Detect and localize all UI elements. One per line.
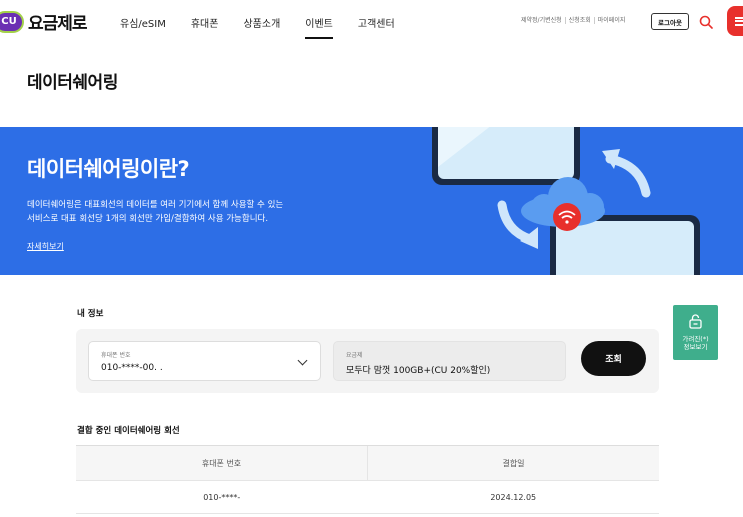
detail-link[interactable]: 자세히보기 xyxy=(27,241,64,252)
banner: 데이터쉐어링이란? 데이터쉐어링은 대표회선의 데이터를 여러 기기에서 함께 … xyxy=(0,127,743,275)
nav-phone[interactable]: 휴대폰 xyxy=(191,15,219,36)
banner-desc-line1: 데이터쉐어링은 대표회선의 데이터를 여러 기기에서 함께 사용할 수 있는 xyxy=(27,200,284,210)
plan-value: 모두다 맘껏 100GB+(CU 20%할인) xyxy=(346,366,491,376)
table-header: 휴대폰 번호 결합일 xyxy=(76,446,659,481)
phone-top-icon xyxy=(432,127,580,185)
banner-description: 데이터쉐어링은 대표회선의 데이터를 여러 기기에서 함께 사용할 수 있는 서… xyxy=(27,198,283,226)
col-join-date: 결합일 xyxy=(502,458,525,468)
page-title: 데이터쉐어링 xyxy=(27,73,118,93)
plan-field: 요금제 모두다 맘껏 100GB+(CU 20%할인) xyxy=(333,341,566,381)
banner-title: 데이터쉐어링이란? xyxy=(27,157,190,181)
my-info-box: 휴대폰 번호 010-****-00. . 요금제 모두다 맘껏 100GB+(… xyxy=(76,329,659,393)
plan-label: 요금제 xyxy=(346,352,363,359)
nav-support[interactable]: 고객센터 xyxy=(358,15,395,36)
phone-value: 010-****-00. . xyxy=(101,363,163,373)
col-phone: 휴대폰 번호 xyxy=(76,446,368,480)
header: CU 요금제로 유심/eSIM 휴대폰 상품소개 이벤트 고객센터 제약정/기변… xyxy=(0,0,743,44)
show-masked-info-button[interactable]: 가려진(*) 정보보기 xyxy=(673,305,718,360)
util-link-mypage[interactable]: 마이페이지 xyxy=(595,17,629,24)
util-links: 제약정/기변신청 신청조회 마이페이지 xyxy=(518,17,628,24)
banner-desc-line2: 서비스로 대표 회선당 1개의 회선만 가입/결합하여 사용 가능합니다. xyxy=(27,214,269,224)
search-icon[interactable] xyxy=(699,15,713,29)
logout-button[interactable]: 로그아웃 xyxy=(651,13,689,30)
util-link-inquiry[interactable]: 신청조회 xyxy=(566,17,595,24)
util-link-apply[interactable]: 제약정/기변신청 xyxy=(518,17,566,24)
wifi-icon xyxy=(553,203,581,231)
data-sharing-illustration xyxy=(432,127,700,275)
my-info-title: 내 정보 xyxy=(77,309,104,319)
query-button[interactable]: 조회 xyxy=(581,341,646,376)
logo-text: 요금제로 xyxy=(28,14,88,34)
nav-usim[interactable]: 유심/eSIM xyxy=(120,15,166,36)
nav-event[interactable]: 이벤트 xyxy=(305,15,333,39)
hamburger-icon xyxy=(735,16,743,26)
main-nav: 유심/eSIM 휴대폰 상품소개 이벤트 고객센터 xyxy=(120,15,420,39)
chevron-down-icon xyxy=(297,355,308,366)
phone-select[interactable]: 휴대폰 번호 010-****-00. . xyxy=(88,341,321,381)
phone-label: 휴대폰 번호 xyxy=(101,352,131,359)
nav-products[interactable]: 상품소개 xyxy=(243,15,280,36)
table-row: 010-****- 2024.12.05 xyxy=(76,481,659,514)
show-masked-info-label: 가려진(*) 정보보기 xyxy=(682,335,709,351)
unlock-icon xyxy=(689,314,702,329)
cell-join-date: 2024.12.05 xyxy=(490,492,537,502)
menu-button[interactable] xyxy=(727,6,743,36)
logo[interactable]: CU 요금제로 xyxy=(0,9,88,34)
cell-phone: 010-****- xyxy=(203,492,241,502)
logo-badge: CU xyxy=(0,10,24,33)
sharing-table: 휴대폰 번호 결합일 010-****- 2024.12.05 xyxy=(76,445,659,514)
sharing-title: 결합 중인 데이터쉐어링 회선 xyxy=(77,426,180,436)
